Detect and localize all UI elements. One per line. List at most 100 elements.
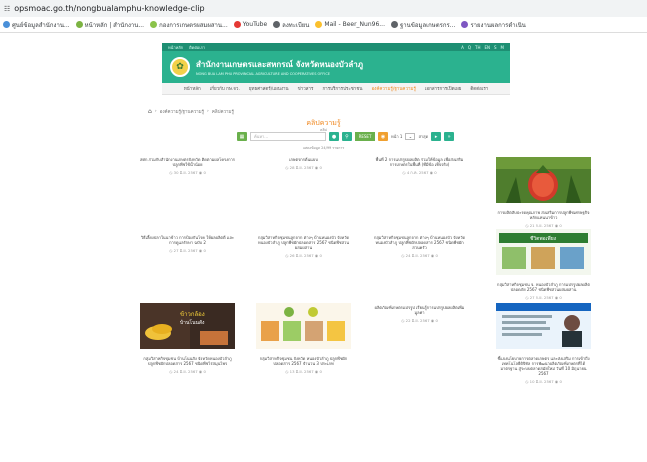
topbar-tool[interactable]: Q <box>468 45 471 50</box>
site-logo[interactable]: ✿ <box>170 57 190 77</box>
next-page-button[interactable]: ▸ <box>431 132 442 141</box>
clip-card[interactable]: สศก.ร่วมกับสำนักงานเกษตรจังหวัด ติดตามผล… <box>140 157 235 176</box>
clip-date: 30 มิ.ย. 2567 <box>173 170 198 175</box>
clip-views: 0 <box>319 253 322 258</box>
site-topbar: หน้าหลัก ติดต่อเรา A Q TH EN S M <box>162 43 510 51</box>
calendar-icon[interactable]: ▦ <box>237 132 247 141</box>
bookmark-item[interactable]: หน้าหลัก | สำนักงาน... <box>75 20 144 30</box>
clip-meta: ◷ 4 ก.ค. 2567 ◉ 0 <box>372 170 467 176</box>
clip-date: 22 มิ.ย. 2567 <box>405 318 430 323</box>
nav-item[interactable]: การบริการประชาชน <box>322 85 362 92</box>
topbar-tool[interactable]: S <box>494 45 497 50</box>
last-page-button[interactable]: » <box>444 132 455 141</box>
bookmark-favicon-icon <box>150 21 158 28</box>
clip-title[interactable]: สศก.ร่วมกับสำนักงานเกษตรจังหวัด ติดตามผล… <box>140 157 235 167</box>
clip-title[interactable]: ผลิตภัณฑ์เกษตรแปรรูป เรียนรู้การแปรรูปผล… <box>372 305 467 315</box>
nav-item[interactable]: หน้าหลัก <box>184 85 201 92</box>
bookmark-item[interactable]: YouTube <box>233 21 267 28</box>
topbar-link[interactable]: ติดต่อเรา <box>189 44 205 51</box>
nav-item[interactable]: องค์ความรู้/ฐานความรู้ <box>371 85 415 92</box>
address-bar[interactable]: ☷ opsmoac.go.th/nongbualamphu-knowledge-… <box>0 0 647 17</box>
clip-title[interactable]: กลุ่มวิสาหกิจชุมชนลูกจาก ต่างๆ บ้านหนองบ… <box>256 235 351 250</box>
clip-meta: ◷ 22 มิ.ย. 2567 ◉ 0 <box>372 318 467 324</box>
clip-views: 0 <box>559 379 562 384</box>
clip-date: 26 มิ.ย. 2567 <box>289 253 314 258</box>
topbar-tool[interactable]: TH <box>475 45 480 50</box>
clip-date: 24 มิ.ย. 2567 <box>173 369 198 374</box>
nav-item[interactable]: ติดต่อเรา <box>470 85 488 92</box>
clip-title[interactable]: วิธีเลี้ยงปลาในนาข้าว การป้องกันโรค ให้ผ… <box>140 235 235 245</box>
breadcrumb-item-knowledge[interactable]: องค์ความรู้/ฐานความรู้ <box>160 108 204 115</box>
clip-card[interactable]: ผลิตภัณฑ์เกษตรแปรรูป เรียนรู้การแปรรูปผล… <box>372 305 467 324</box>
topbar-tool[interactable]: EN <box>484 45 490 50</box>
clip-title[interactable]: การผลิตสับปะรดคุณภาพ ส่งเสริมการปลูกพืชเ… <box>496 210 591 220</box>
breadcrumb: ⌂ › องค์ความรู้/ฐานความรู้ › คลิปความรู้ <box>148 108 234 115</box>
rss-icon[interactable]: ◉ <box>378 132 388 141</box>
bookmark-item[interactable]: ลงทะเบียน <box>273 20 309 30</box>
bookmark-item[interactable]: ศูนย์ข้อมูลสำนักงาน... <box>3 20 70 30</box>
nav-item[interactable]: ข่าวสาร <box>298 85 314 92</box>
clip-card[interactable]: กลุ่มวิสาหกิจชุมชนลูกจาก ต่างๆ บ้านหนองบ… <box>256 235 351 259</box>
clip-thumbnail[interactable]: ข้าวกล้อง บ้านโนนสัง <box>140 303 235 353</box>
clip-card[interactable]: พื้นที่ 2 การแปรรูปผลผลิต ร่วมให้ข้อมูล … <box>372 157 467 176</box>
clip-card[interactable]: ข้าวกล้อง บ้านโนนสังกลุ่มวิสาหกิจชุมชน บ้… <box>140 303 235 375</box>
home-icon[interactable]: ⌂ <box>148 108 152 115</box>
bookmark-label: รายงานผลการดำเนิน <box>470 21 526 29</box>
clip-title[interactable]: กลุ่มวิสาหกิจชุมชน จังหวัด หนองบัวลำภู ป… <box>256 356 351 366</box>
bookmark-item[interactable]: ฐานข้อมูลเกษตรกร... <box>391 20 455 30</box>
clip-card[interactable]: กลุ่มวิสาหกิจชุมชนลูกจาก ต่างๆ บ้านหนองบ… <box>372 235 467 259</box>
chevron-down-icon: ⌄ <box>408 134 413 139</box>
clip-thumbnail[interactable] <box>496 157 591 207</box>
clip-views: 0 <box>559 223 562 228</box>
nav-item[interactable]: ยุทธศาสตร์/แผนงาน <box>249 85 289 92</box>
per-page-select[interactable]: ⌄ <box>405 133 416 140</box>
bookmark-label: ฐานข้อมูลเกษตรกร... <box>400 21 456 29</box>
clip-views: 0 <box>435 253 438 258</box>
bookmark-item[interactable]: Mail - Beer_Nun96... <box>315 21 385 28</box>
site-subtitle: NONG BUA LAM PHU PROVINCIAL AGRICULTURE … <box>196 72 330 76</box>
reset-button[interactable]: RESET <box>355 132 375 141</box>
clip-thumbnail[interactable]: ชีวิตพอเพียง <box>496 229 591 279</box>
search-button[interactable]: ⚲ <box>342 132 352 141</box>
clip-date: 21 ก.ย. 2567 <box>529 223 554 228</box>
topbar-tool[interactable]: M <box>501 45 504 50</box>
nav-item[interactable]: เกี่ยวกับ กษ.จว. <box>210 85 240 92</box>
sort-label[interactable]: ล่าสุด <box>418 133 428 140</box>
clip-views: 0 <box>203 170 206 175</box>
clip-views: 0 <box>203 369 206 374</box>
url-text[interactable]: opsmoac.go.th/nongbualamphu-knowledge-cl… <box>14 4 204 13</box>
clip-thumbnail[interactable] <box>256 303 351 353</box>
clip-title[interactable]: พื้นที่ 2 การแปรรูปผลผลิต ร่วมให้ข้อมูล … <box>372 157 467 167</box>
bookmark-favicon-icon <box>461 21 469 28</box>
bookmark-item[interactable]: กองการเกษตรผสมผสาน... <box>150 20 228 30</box>
bookmark-favicon-icon <box>233 21 241 28</box>
search-input[interactable]: ค้นหา... <box>250 132 326 141</box>
nav-item[interactable]: เอกสารการเปิดเผย <box>425 85 461 92</box>
topbar-tool[interactable]: A <box>461 45 464 50</box>
topbar-link[interactable]: หน้าหลัก <box>168 44 183 51</box>
clip-meta: ◷ 24 มิ.ย. 2567 ◉ 0 <box>372 253 467 259</box>
clip-card[interactable]: ชี้แจงนโยบายการตลาดเกษตร และส่งเสริม การ… <box>496 303 591 385</box>
bookmark-favicon-icon <box>391 21 398 28</box>
clip-title[interactable]: เกษตรกรต้นแบบ <box>256 157 351 162</box>
tune-icon[interactable]: ☷ <box>4 5 10 13</box>
svg-text:ชีวิตพอเพียง: ชีวิตพอเพียง <box>530 235 557 242</box>
clip-meta: ◷ 10 มิ.ย. 2567 ◉ 0 <box>496 379 591 385</box>
clip-title[interactable]: กลุ่มวิสาหกิจชุมชน บ้านโนนสัง จังหวัดหนอ… <box>140 356 235 366</box>
clip-card[interactable]: การผลิตสับปะรดคุณภาพ ส่งเสริมการปลูกพืชเ… <box>496 157 591 229</box>
bookmark-favicon-icon <box>315 21 323 28</box>
clip-card[interactable]: เกษตรกรต้นแบบ ◷ 28 มิ.ย. 2567 ◉ 0 <box>256 157 351 171</box>
clip-title[interactable]: ชี้แจงนโยบายการตลาดเกษตร และส่งเสริม การ… <box>496 356 591 376</box>
clip-thumbnail[interactable] <box>496 303 591 353</box>
clip-title[interactable]: กลุ่มวิสาหกิจชุมชนลูกจาก ต่างๆ บ้านหนองบ… <box>372 235 467 250</box>
location-icon[interactable]: ● <box>329 132 339 141</box>
clip-card[interactable]: กลุ่มวิสาหกิจชุมชน จังหวัด หนองบัวลำภู ป… <box>256 303 351 375</box>
clip-date: 28 มิ.ย. 2567 <box>289 165 314 170</box>
clip-card[interactable]: วิธีเลี้ยงปลาในนาข้าว การป้องกันโรค ให้ผ… <box>140 235 235 254</box>
clip-title[interactable]: กลุ่มวิสาหกิจชุมชน จ. หนองบัวลำภู การแปร… <box>496 282 591 292</box>
site-title: สำนักงานเกษตรและสหกรณ์ จังหวัดหนองบัวลำภ… <box>196 60 364 69</box>
bookmark-label: ศูนย์ข้อมูลสำนักงาน... <box>12 21 70 29</box>
clip-meta: ◷ 30 มิ.ย. 2567 ◉ 0 <box>140 170 235 176</box>
clip-card[interactable]: ชีวิตพอเพียงกลุ่มวิสาหกิจชุมชน จ. หนองบั… <box>496 229 591 301</box>
bookmark-item[interactable]: รายงานผลการดำเนิน <box>461 20 526 30</box>
